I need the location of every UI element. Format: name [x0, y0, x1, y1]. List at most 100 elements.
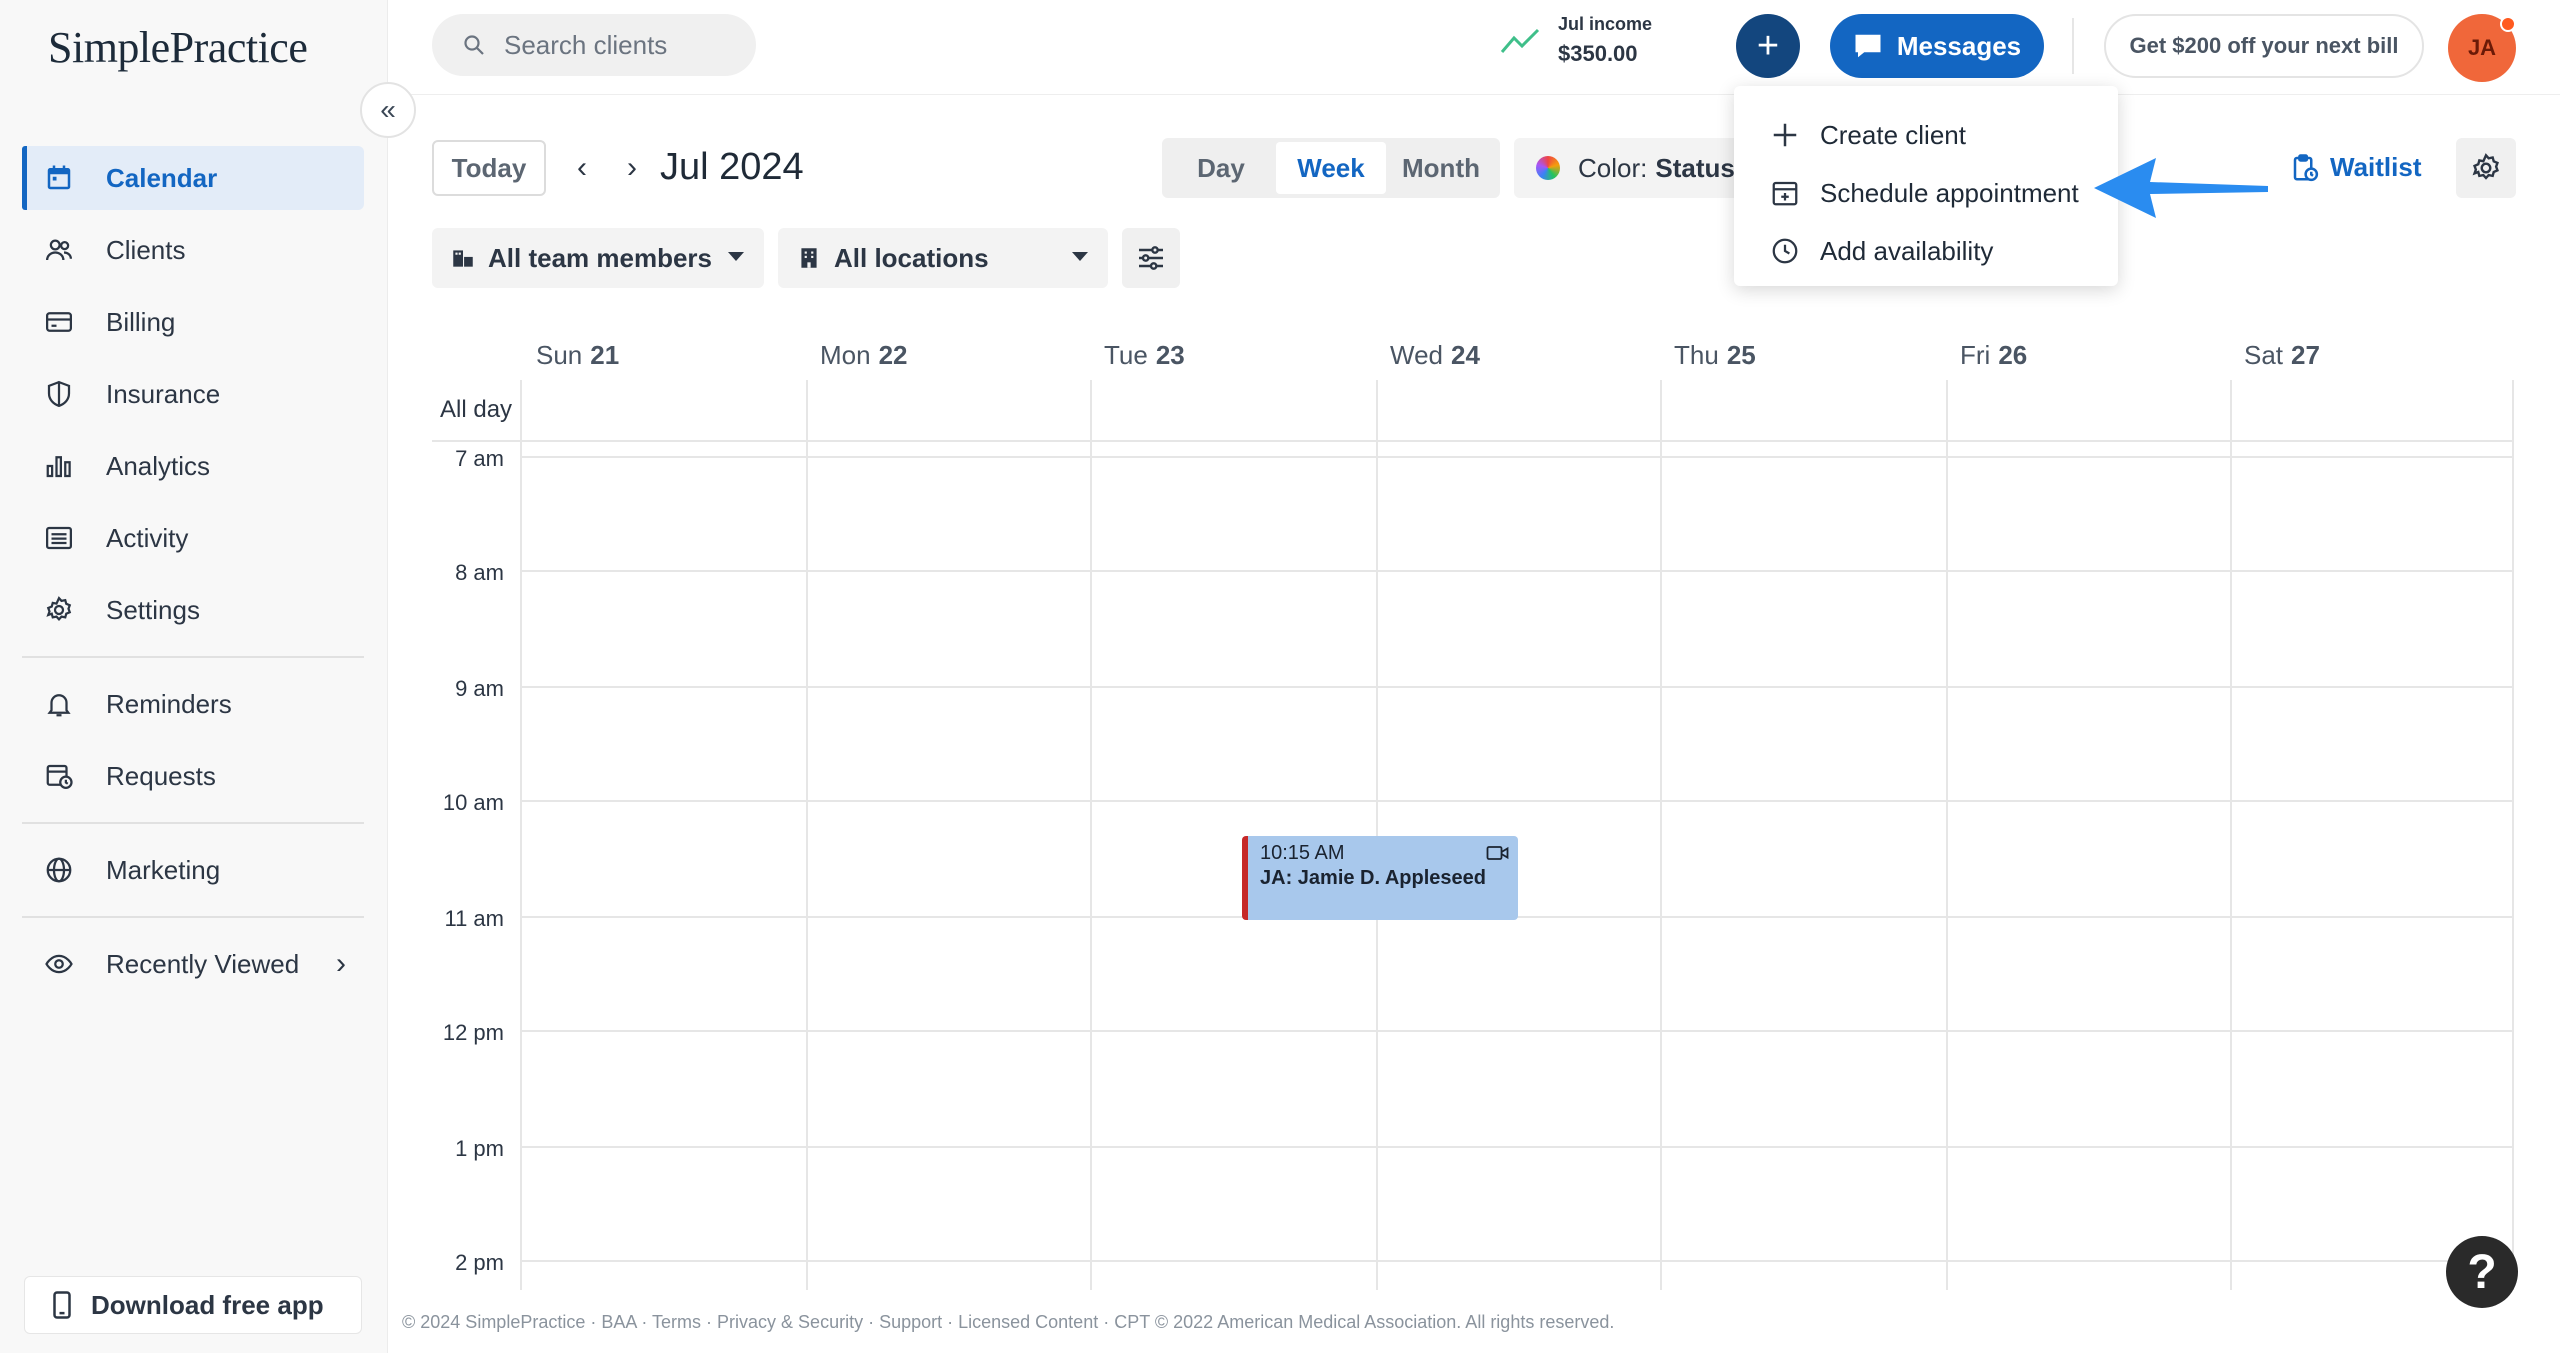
list-icon [42, 521, 76, 555]
prev-week-button[interactable]: ‹ [562, 148, 602, 188]
header-divider [2072, 18, 2074, 74]
income-text: Jul income $350.00 [1558, 14, 1652, 67]
calendar-settings-button[interactable] [2456, 138, 2516, 198]
messages-label: Messages [1896, 30, 2022, 61]
help-button[interactable]: ? [2446, 1236, 2518, 1308]
header-border [390, 94, 2560, 95]
locations-filter[interactable]: All locations [778, 228, 1108, 288]
clients-icon [42, 233, 76, 267]
phone-icon [53, 1291, 71, 1319]
sidebar-item-analytics[interactable]: Analytics [22, 434, 364, 498]
hour-label: 2 pm [455, 1250, 504, 1275]
day-header-tue[interactable]: Tue 23 [1104, 330, 1185, 380]
hour-line [522, 800, 2514, 802]
add-availability-menu-item[interactable]: Add availability [1734, 222, 2118, 280]
credit-card-icon [42, 305, 76, 339]
create-new-button[interactable]: + [1736, 14, 1800, 78]
bell-icon [42, 687, 76, 721]
sidebar-item-label: Reminders [106, 688, 232, 719]
income-value: $350.00 [1558, 41, 1638, 66]
double-chevron-left-icon: « [380, 94, 396, 125]
chevron-right-icon: › [627, 151, 637, 184]
search-input[interactable] [504, 29, 744, 61]
sidebar-item-billing[interactable]: Billing [22, 290, 364, 354]
day-name: Wed [1390, 339, 1443, 370]
all-day-divider [432, 440, 2514, 442]
day-header-sun[interactable]: Sun 21 [536, 330, 619, 380]
plus-icon [1773, 123, 1797, 147]
view-week-button[interactable]: Week [1276, 142, 1386, 194]
sidebar-item-insurance[interactable]: Insurance [22, 362, 364, 426]
day-header-mon[interactable]: Mon 22 [820, 330, 908, 380]
grid-line [1660, 380, 1662, 1290]
hour-label: 7 am [455, 446, 504, 471]
calendar-plus-icon [1772, 181, 1798, 206]
gear-icon [2472, 153, 2499, 180]
sidebar-item-calendar[interactable]: Calendar [22, 146, 364, 210]
download-app-label: Download free app [91, 1289, 324, 1320]
sidebar-item-settings[interactable]: Settings [22, 578, 364, 642]
hour-label: 9 am [455, 676, 504, 701]
download-app-button[interactable]: Download free app [24, 1276, 362, 1334]
hour-label: 12 pm [442, 1020, 504, 1045]
hour-label: 11 am [444, 906, 504, 931]
notification-dot [2500, 16, 2516, 32]
week-calendar: Sun 21 Mon 22 Tue 23 Wed 24 Thu 25 Fri 26 Sat 2… [432, 330, 2514, 1290]
messages-button[interactable]: Messages [1830, 14, 2044, 78]
sidebar-item-clients[interactable]: Clients [22, 218, 364, 282]
income-widget[interactable]: Jul income $350.00 [1500, 14, 1652, 67]
create-client-menu-item[interactable]: Create client [1734, 106, 2118, 164]
sidebar-item-marketing[interactable]: Marketing [22, 838, 364, 902]
color-wheel-icon [1536, 156, 1560, 180]
logo[interactable]: SimplePractice [48, 22, 308, 73]
calendar-clock-icon [42, 759, 76, 793]
sidebar-item-label: Recently Viewed [106, 948, 300, 979]
appointment-card[interactable]: 10:15 AM JA: Jamie D. Appleseed [1242, 836, 1518, 920]
team-members-filter[interactable]: All team members [432, 228, 764, 288]
day-name: Thu [1674, 339, 1719, 370]
sidebar-item-activity[interactable]: Activity [22, 506, 364, 570]
day-header-thu[interactable]: Thu 25 [1674, 330, 1756, 380]
day-header-wed[interactable]: Wed 24 [1390, 330, 1480, 380]
caret-down-icon [728, 252, 744, 261]
globe-icon [42, 853, 76, 887]
collapse-sidebar-button[interactable]: « [360, 82, 416, 138]
hour-line [522, 686, 2514, 688]
chevron-right-icon: › [336, 947, 346, 980]
color-by-button[interactable]: Color: Status [1514, 138, 1744, 198]
caret-down-icon [1072, 252, 1088, 261]
today-button[interactable]: Today [432, 140, 546, 196]
sidebar-item-label: Insurance [106, 378, 221, 409]
view-day-button[interactable]: Day [1166, 142, 1276, 194]
hour-line [522, 916, 2514, 918]
view-month-button[interactable]: Month [1386, 142, 1496, 194]
sidebar-item-requests[interactable]: Requests [22, 744, 364, 808]
next-week-button[interactable]: › [612, 148, 652, 188]
grid-line [1946, 380, 1948, 1290]
sidebar-item-label: Calendar [106, 162, 218, 193]
grid-line [1376, 380, 1378, 1290]
nav-divider [22, 656, 364, 658]
search-bar[interactable] [432, 14, 756, 76]
sidebar-item-reminders[interactable]: Reminders [22, 672, 364, 736]
promo-button[interactable]: Get $200 off your next bill [2104, 14, 2424, 78]
sliders-icon [1139, 246, 1163, 270]
day-header-sat[interactable]: Sat 27 [2244, 330, 2320, 380]
chevron-left-icon: ‹ [577, 151, 587, 184]
filter-options-button[interactable] [1122, 228, 1180, 288]
day-number: 21 [590, 339, 620, 370]
create-menu-dropdown: Create client Schedule appointment Add a… [1734, 86, 2118, 286]
day-name: Fri [1960, 339, 1991, 370]
menu-item-label: Add availability [1820, 235, 1994, 266]
schedule-appointment-menu-item[interactable]: Schedule appointment [1734, 164, 2118, 222]
clock-icon [1772, 238, 1798, 264]
color-label: Color: [1578, 152, 1648, 183]
sidebar-item-recently-viewed[interactable]: Recently Viewed › [22, 932, 364, 996]
waitlist-button[interactable]: Waitlist [2290, 152, 2421, 183]
day-header-fri[interactable]: Fri 26 [1960, 330, 2027, 380]
grid-line [806, 380, 808, 1290]
plus-icon: + [1756, 24, 1780, 67]
appointment-client: JA: Jamie D. Appleseed [1260, 867, 1487, 889]
day-name: Sat [2244, 339, 2284, 370]
view-toggle: Day Week Month [1162, 138, 1500, 198]
